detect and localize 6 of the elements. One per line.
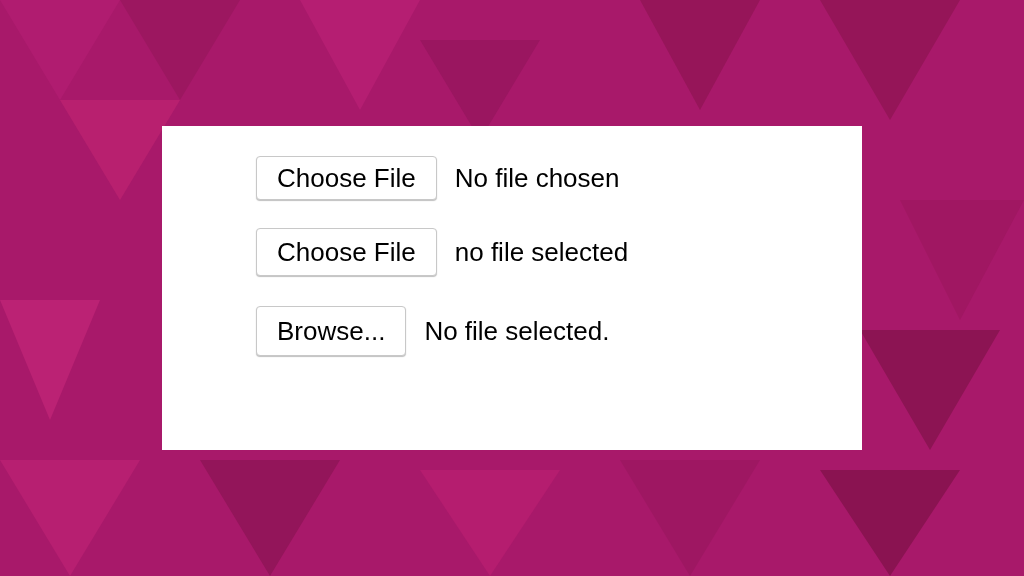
file-button[interactable]: Choose File xyxy=(256,156,437,200)
file-status: No file selected. xyxy=(424,314,610,348)
file-button[interactable]: Browse... xyxy=(256,306,407,356)
file-status: no file selected xyxy=(454,235,629,269)
file-button[interactable]: Choose File xyxy=(256,228,437,276)
file-status: No file chosen xyxy=(454,161,620,195)
